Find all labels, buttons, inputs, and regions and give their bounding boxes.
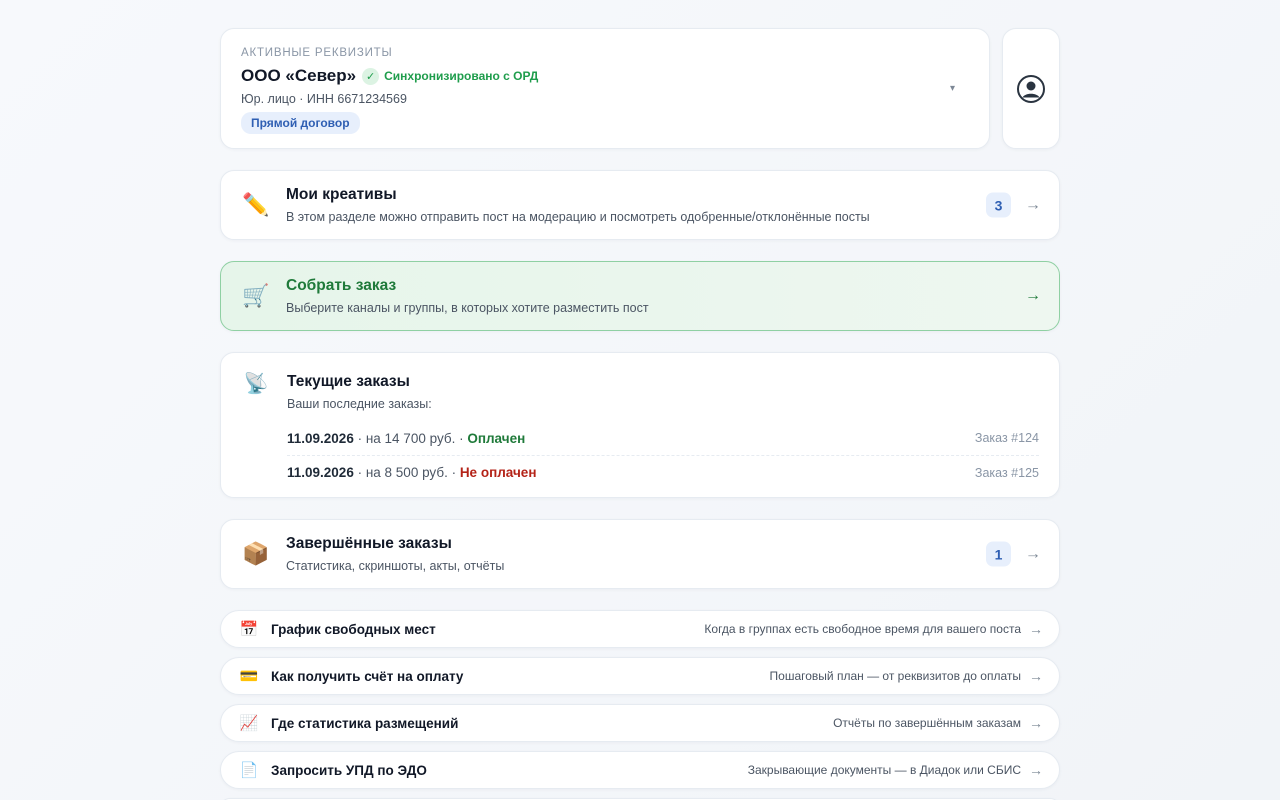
order-amount: · на 14 700 руб. · bbox=[353, 430, 468, 446]
link-hint: Пошаговый план — от реквизитов до оплаты bbox=[769, 669, 1021, 683]
order-row[interactable]: 11.09.2026 · на 8 500 руб. · Не оплачен … bbox=[287, 455, 1039, 489]
link-hint: Отчёты по завершённым заказам bbox=[833, 716, 1021, 730]
build-order-text: Собрать заказ Выберите каналы и группы, … bbox=[286, 277, 649, 315]
arrow-right-icon: → bbox=[1025, 287, 1041, 304]
order-number[interactable]: Заказ #124 bbox=[975, 431, 1039, 445]
sync-status: Синхронизировано с ОРД bbox=[384, 69, 539, 83]
arrow-right-icon: → bbox=[1029, 668, 1043, 684]
order-amount: · на 8 500 руб. · bbox=[353, 465, 460, 480]
user-circle-icon bbox=[1017, 74, 1045, 103]
current-orders-subtitle: Ваши последние заказы: bbox=[287, 397, 432, 411]
creatives-title: Мои креативы bbox=[286, 186, 397, 203]
document-icon: 📄 bbox=[239, 762, 259, 779]
order-date: 11.09.2026 bbox=[287, 465, 354, 480]
check-icon: ✓ bbox=[362, 67, 380, 85]
completed-orders-card[interactable]: 📦 Завершённые заказы Статистика, скриншо… bbox=[220, 519, 1060, 589]
arrow-right-icon: → bbox=[1029, 715, 1043, 731]
requisites-card[interactable]: АКТИВНЫЕ РЕКВИЗИТЫ ООО «Север» ✓ Синхрон… bbox=[220, 28, 990, 149]
link-title: Где статистика размещений bbox=[271, 715, 459, 731]
completed-count-badge: 1 bbox=[986, 541, 1011, 567]
build-order-card[interactable]: 🛒 Собрать заказ Выберите каналы и группы… bbox=[220, 261, 1060, 331]
cart-icon: 🛒 bbox=[242, 283, 270, 308]
order-status: Не оплачен bbox=[459, 465, 537, 480]
order-number[interactable]: Заказ #125 bbox=[975, 466, 1039, 480]
creatives-desc: В этом разделе можно отправить пост на м… bbox=[286, 210, 870, 224]
current-orders-heading: Текущие заказы Ваши последние заказы: bbox=[287, 371, 432, 411]
arrow-right-icon: → bbox=[1029, 762, 1043, 778]
build-order-desc: Выберите каналы и группы, в которых хоти… bbox=[286, 301, 649, 315]
chevron-down-icon[interactable]: ▾ bbox=[950, 83, 955, 94]
link-upd[interactable]: 📄 Запросить УПД по ЭДО Закрывающие докум… bbox=[220, 751, 1060, 789]
contract-tag: Прямой договор bbox=[241, 112, 360, 134]
company-name: ООО «Север» bbox=[241, 66, 357, 85]
arrow-right-icon: → bbox=[1029, 621, 1043, 637]
chart-icon: 📈 bbox=[239, 715, 259, 732]
link-title: График свободных мест bbox=[271, 621, 436, 637]
creatives-card[interactable]: ✏️ Мои креативы В этом разделе можно отп… bbox=[220, 170, 1060, 240]
build-order-right: → bbox=[1025, 287, 1041, 305]
satellite-icon: 📡 bbox=[243, 373, 269, 395]
help-links: 📅 График свободных мест Когда в группах … bbox=[220, 610, 1060, 800]
completed-desc: Статистика, скриншоты, акты, отчёты bbox=[286, 559, 505, 573]
creatives-count-badge: 3 bbox=[986, 192, 1011, 218]
current-orders-header: 📡 Текущие заказы Ваши последние заказы: bbox=[241, 371, 1039, 411]
current-orders-title: Текущие заказы bbox=[287, 373, 410, 390]
current-orders-card: 📡 Текущие заказы Ваши последние заказы: … bbox=[220, 352, 1060, 498]
completed-right: 1 → bbox=[986, 541, 1041, 567]
link-hint: Закрывающие документы — в Диадок или СБИ… bbox=[747, 763, 1021, 777]
order-summary: 11.09.2026 · на 14 700 руб. · Оплачен bbox=[287, 431, 525, 446]
creatives-text: Мои креативы В этом разделе можно отправ… bbox=[286, 186, 870, 224]
build-order-title: Собрать заказ bbox=[286, 277, 397, 294]
arrow-right-icon: → bbox=[1025, 545, 1041, 562]
main-column: АКТИВНЫЕ РЕКВИЗИТЫ ООО «Север» ✓ Синхрон… bbox=[220, 28, 1060, 800]
requisites-name-row: ООО «Север» ✓ Синхронизировано с ОРД bbox=[241, 66, 969, 86]
link-invoice[interactable]: 💳 Как получить счёт на оплату Пошаговый … bbox=[220, 657, 1060, 695]
completed-text: Завершённые заказы Статистика, скриншоты… bbox=[286, 535, 504, 573]
calendar-icon: 📅 bbox=[239, 621, 259, 638]
order-row[interactable]: 11.09.2026 · на 14 700 руб. · Оплачен За… bbox=[287, 421, 1039, 455]
link-title: Как получить счёт на оплату bbox=[271, 668, 464, 684]
arrow-right-icon: → bbox=[1025, 196, 1041, 213]
order-status: Оплачен bbox=[467, 430, 526, 446]
link-hint: Когда в группах есть свободное время для… bbox=[704, 622, 1021, 636]
company-meta: Юр. лицо · ИНН 6671234569 bbox=[241, 92, 407, 106]
requisites-label: АКТИВНЫЕ РЕКВИЗИТЫ bbox=[241, 47, 393, 59]
profile-button[interactable] bbox=[1002, 28, 1060, 149]
top-row: АКТИВНЫЕ РЕКВИЗИТЫ ООО «Север» ✓ Синхрон… bbox=[220, 28, 1060, 149]
link-title: Запросить УПД по ЭДО bbox=[271, 762, 427, 778]
pencil-icon: ✏️ bbox=[242, 192, 270, 217]
completed-title: Завершённые заказы bbox=[286, 535, 452, 552]
package-icon: 📦 bbox=[242, 541, 270, 566]
creatives-right: 3 → bbox=[986, 192, 1041, 218]
order-summary: 11.09.2026 · на 8 500 руб. · Не оплачен bbox=[287, 465, 536, 480]
link-statistics[interactable]: 📈 Где статистика размещений Отчёты по за… bbox=[220, 704, 1060, 742]
link-schedule[interactable]: 📅 График свободных мест Когда в группах … bbox=[220, 610, 1060, 648]
order-list: 11.09.2026 · на 14 700 руб. · Оплачен За… bbox=[241, 421, 1039, 489]
credit-card-icon: 💳 bbox=[239, 668, 259, 685]
order-date: 11.09.2026 bbox=[287, 430, 354, 446]
